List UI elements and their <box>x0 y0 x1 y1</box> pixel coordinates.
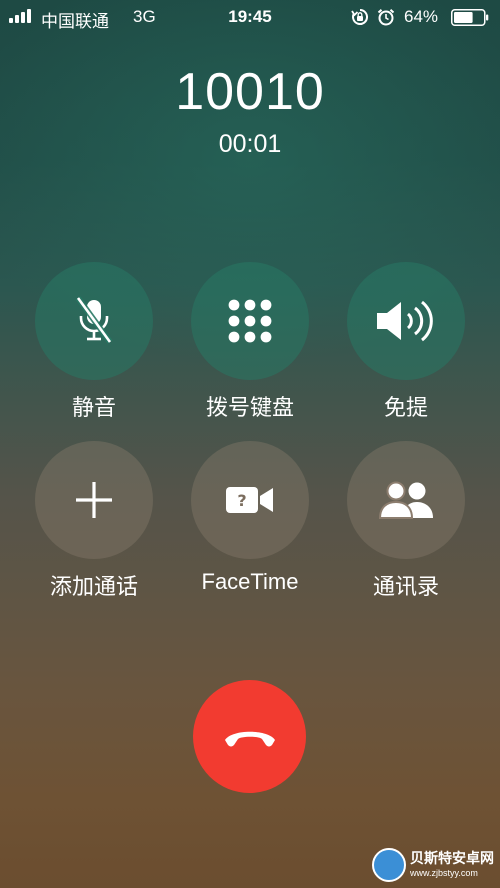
facetime-label: FaceTime <box>201 569 299 594</box>
end-call-button[interactable] <box>193 680 306 793</box>
call-number: 10010 <box>175 63 325 121</box>
watermark-url: www.zjbstyy.com <box>410 868 478 878</box>
svg-text:?: ? <box>237 491 246 510</box>
microphone-muted-icon <box>75 296 113 344</box>
keypad-label: 拨号键盘 <box>205 395 294 420</box>
mute-button[interactable] <box>35 262 153 380</box>
watermark-logo-icon <box>372 848 406 882</box>
watermark: 贝斯特安卓网 www.zjbstyy.com <box>372 846 496 884</box>
speaker-label: 免提 <box>383 395 428 420</box>
speaker-icon <box>377 300 433 342</box>
keypad-icon <box>228 299 272 343</box>
mute-label: 静音 <box>71 395 116 420</box>
keypad-button[interactable] <box>191 262 309 380</box>
call-screen: 中国联通 3G 19:45 64% 10010 00:01 静音 拨号键盘 免提… <box>0 0 500 888</box>
facetime-button[interactable]: ? <box>191 441 309 559</box>
status-bar: 中国联通 3G 19:45 64% <box>0 0 500 34</box>
contacts-button[interactable] <box>347 441 465 559</box>
alarm-icon <box>377 9 395 26</box>
add-call-label: 添加通话 <box>49 574 138 599</box>
add-call-button[interactable] <box>35 441 153 559</box>
battery-icon <box>451 9 489 26</box>
speaker-button[interactable] <box>347 262 465 380</box>
video-camera-icon: ? <box>226 487 273 513</box>
contacts-icon <box>378 481 433 519</box>
end-call-icon <box>224 731 275 746</box>
battery-percent: 64% <box>404 7 439 26</box>
call-duration: 00:01 <box>218 130 282 158</box>
plus-icon <box>76 482 112 518</box>
contacts-label: 通讯录 <box>372 574 439 599</box>
watermark-title: 贝斯特安卓网 <box>410 850 494 866</box>
rotation-lock-icon <box>351 9 368 25</box>
